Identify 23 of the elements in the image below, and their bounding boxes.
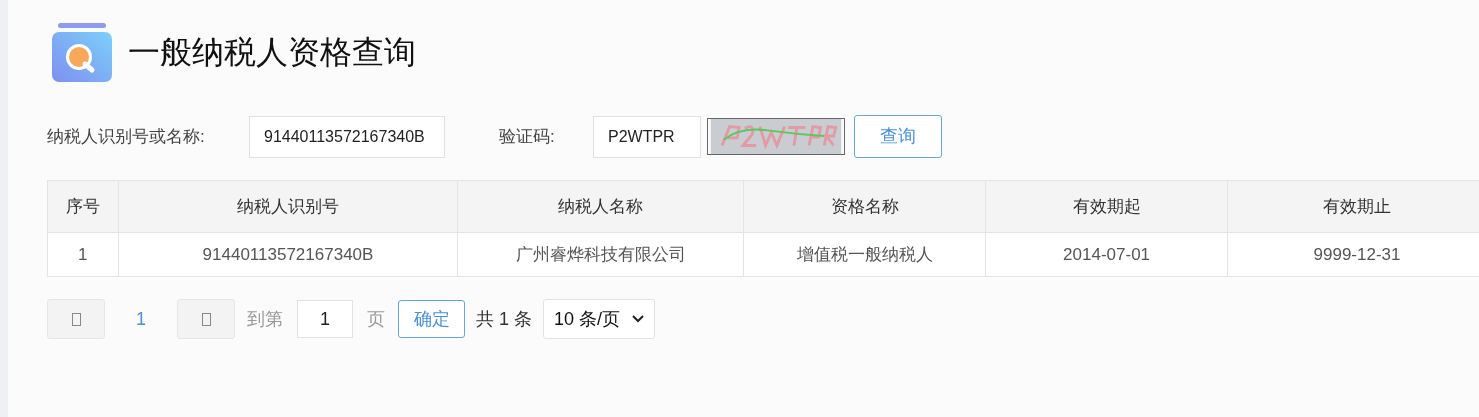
next-page-button[interactable] <box>177 299 235 339</box>
input-field[interactable]: 91440113572167340B <box>249 115 445 158</box>
previous-page-button[interactable] <box>47 299 105 339</box>
missing-glyph-icon <box>201 312 211 326</box>
input-field[interactable]: P2WTPR <box>593 115 701 158</box>
page-unit-label: 页 <box>367 307 385 331</box>
search-document-icon <box>52 22 112 82</box>
page-title: 一般纳税人资格查询 <box>128 33 416 72</box>
goto-label: 到第 <box>247 307 283 331</box>
page-input[interactable]: 1 <box>297 300 353 338</box>
chevron-down-icon <box>632 315 644 323</box>
table-cell: 增值税一般纳税人 <box>744 233 987 277</box>
total-count: 共 1 条 <box>476 307 532 331</box>
field-label: 纳税人识别号或名称: <box>47 125 206 148</box>
missing-glyph-icon <box>71 312 81 326</box>
table-cell: 广州睿烨科技有限公司 <box>458 233 745 277</box>
search-button[interactable]: 查询 <box>854 115 942 158</box>
table-cell: 9999-12-31 <box>1228 233 1479 277</box>
page-size-select[interactable]: 10 条/页 <box>543 299 655 339</box>
table-cell: 1 <box>48 233 119 277</box>
table-cell: 2014-07-01 <box>986 233 1229 277</box>
table-cell: 91440113572167340B <box>118 233 459 277</box>
field-label: 验证码: <box>499 125 556 148</box>
